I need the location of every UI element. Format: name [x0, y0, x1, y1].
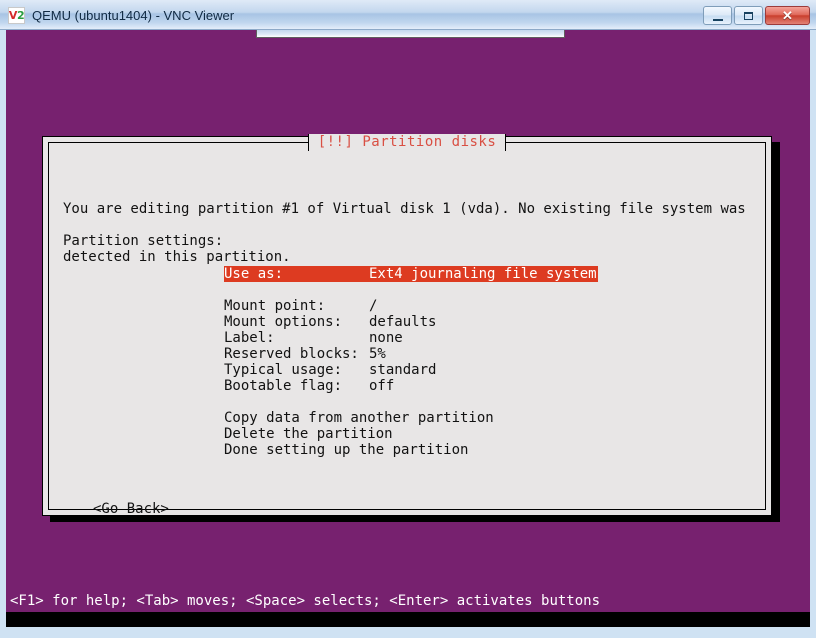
- titlebar-left-group: V2 QEMU (ubuntu1404) - VNC Viewer: [8, 5, 234, 25]
- option-row-typical-usage[interactable]: Typical usage: standard: [224, 362, 754, 378]
- keyboard-help-bar: <F1> for help; <Tab> moves; <Space> sele…: [10, 593, 601, 609]
- option-key-use-as: Use as:: [224, 266, 284, 282]
- settings-heading: Partition settings:: [63, 233, 224, 249]
- maximize-button[interactable]: [734, 6, 763, 25]
- option-row-label[interactable]: Label: none: [224, 330, 754, 346]
- screen-bottom-filler: [6, 612, 810, 627]
- option-value-reserved-blocks: 5%: [369, 346, 386, 362]
- dialog-inner-frame: [!!] Partition disks You are editing par…: [48, 134, 766, 517]
- action-done-setting-up[interactable]: Done setting up the partition: [224, 442, 754, 458]
- option-value-typical-usage: standard: [369, 362, 437, 378]
- dialog-title: [!!] Partition disks: [307, 134, 507, 151]
- go-back-button[interactable]: <Go Back>: [93, 501, 169, 517]
- option-row-use-as-wrapper: Use as: Ext4 journaling file system: [224, 263, 754, 282]
- window-title: QEMU (ubuntu1404) - VNC Viewer: [32, 7, 235, 23]
- option-key-mount-options: Mount options:: [224, 314, 343, 330]
- vnc-logo-v: V: [8, 8, 18, 22]
- vnc-viewer-icon: V2: [8, 6, 25, 24]
- option-value-bootable-flag: off: [369, 378, 395, 394]
- option-row-mount-options[interactable]: Mount options: defaults: [224, 314, 754, 330]
- options-spacer-2: [224, 394, 754, 410]
- background-window-remnant: [256, 30, 565, 38]
- vnc-viewer-window: V2 QEMU (ubuntu1404) - VNC Viewer ✕ [!!]…: [0, 0, 816, 638]
- option-key-bootable-flag: Bootable flag:: [224, 378, 343, 394]
- action-copy-data[interactable]: Copy data from another partition: [224, 410, 754, 426]
- window-titlebar[interactable]: V2 QEMU (ubuntu1404) - VNC Viewer ✕: [0, 0, 816, 30]
- maximize-icon: [744, 11, 753, 20]
- option-key-mount-point: Mount point:: [224, 298, 326, 314]
- action-delete-partition[interactable]: Delete the partition: [224, 426, 754, 442]
- minimize-icon: [712, 16, 723, 21]
- options-spacer-1: [224, 282, 754, 298]
- option-row-use-as[interactable]: Use as: Ext4 journaling file system: [224, 266, 598, 282]
- partition-disks-dialog: [!!] Partition disks You are editing par…: [42, 134, 772, 517]
- option-value-mount-options: defaults: [369, 314, 437, 330]
- dialog-title-wrap: [!!] Partition disks: [49, 134, 765, 151]
- vnc-logo-2: 2: [16, 8, 25, 22]
- minimize-button[interactable]: [703, 6, 732, 25]
- option-value-use-as: Ext4 journaling file system: [369, 266, 597, 282]
- option-value-label: none: [369, 330, 403, 346]
- option-row-bootable-flag[interactable]: Bootable flag: off: [224, 378, 754, 394]
- option-row-mount-point[interactable]: Mount point: /: [224, 298, 754, 314]
- option-key-reserved-blocks: Reserved blocks:: [224, 346, 359, 362]
- option-value-mount-point: /: [369, 298, 378, 314]
- vnc-screen-canvas[interactable]: [!!] Partition disks You are editing par…: [6, 30, 810, 627]
- intro-line-1: You are editing partition #1 of Virtual …: [63, 201, 746, 217]
- option-key-typical-usage: Typical usage:: [224, 362, 343, 378]
- window-controls: ✕: [703, 6, 810, 25]
- partition-settings-list: Use as: Ext4 journaling file system Mount…: [224, 263, 754, 458]
- option-row-reserved-blocks[interactable]: Reserved blocks: 5%: [224, 346, 754, 362]
- close-icon: ✕: [782, 8, 793, 23]
- close-button[interactable]: ✕: [765, 6, 810, 25]
- option-key-label: Label:: [224, 330, 275, 346]
